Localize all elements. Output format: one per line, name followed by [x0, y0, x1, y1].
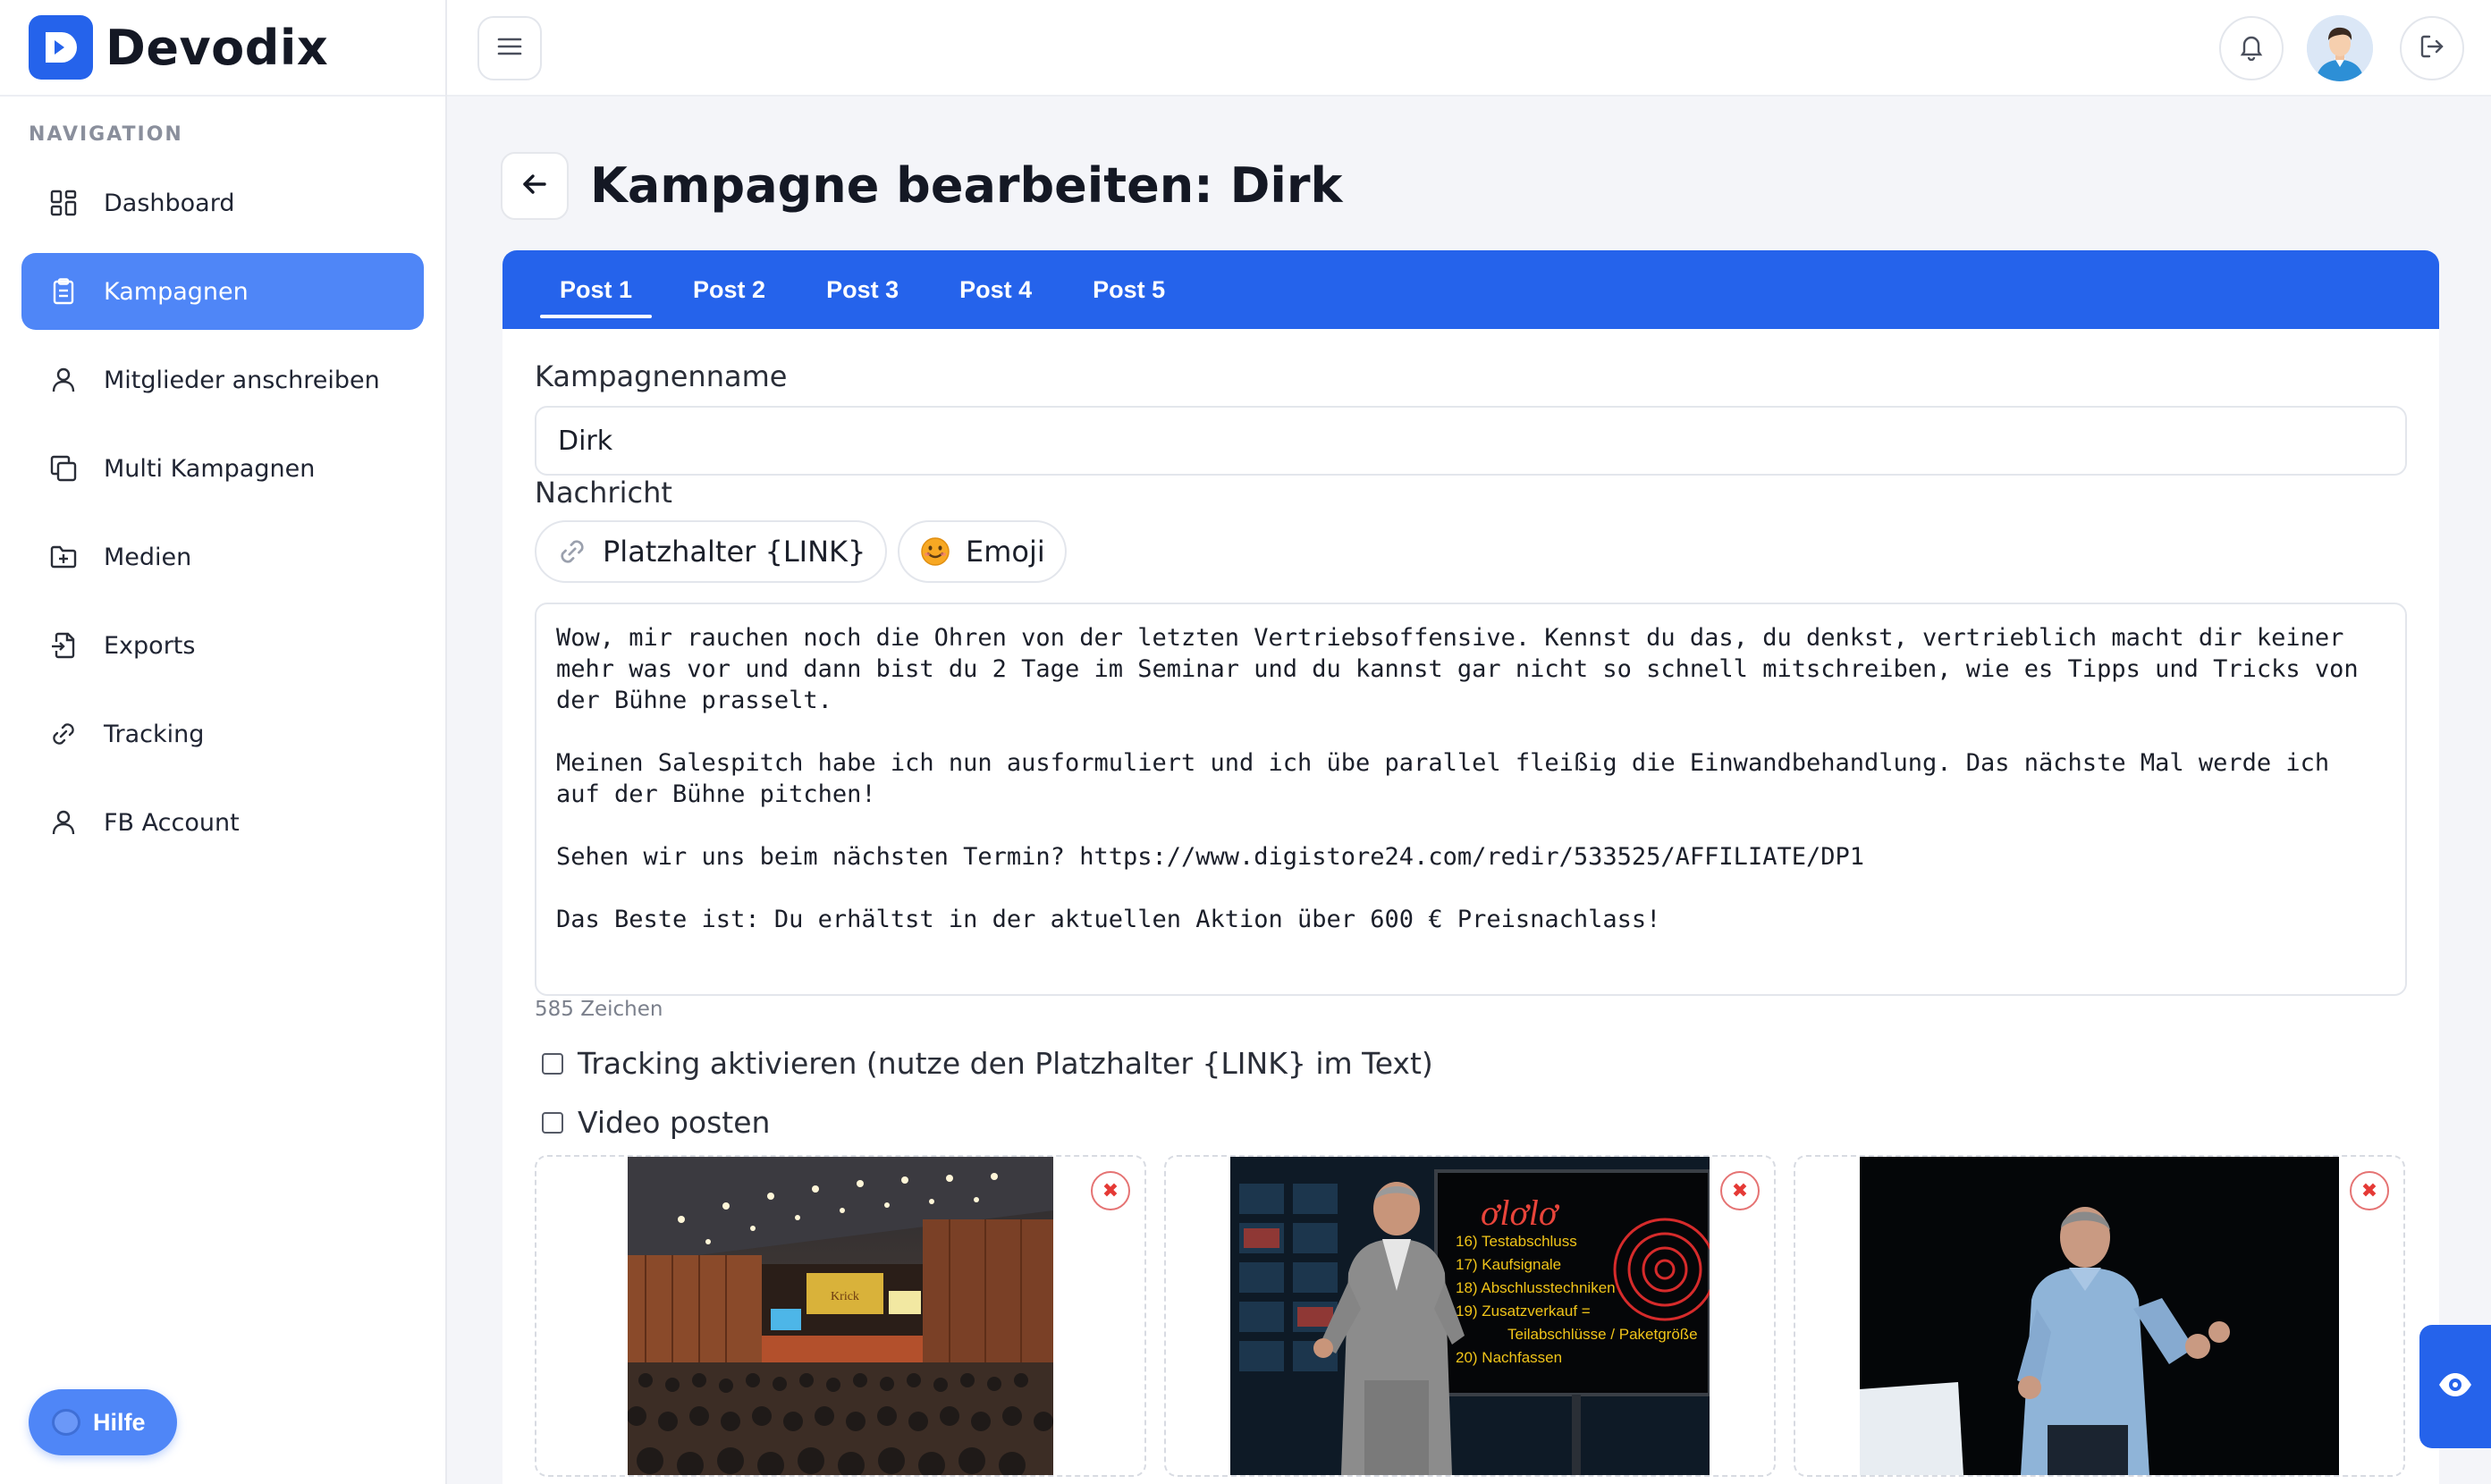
tracking-checkbox[interactable]	[542, 1052, 563, 1075]
remove-media-button[interactable]: ✖	[1720, 1171, 1760, 1210]
message-label: Nachricht	[535, 476, 672, 510]
arrow-left-icon	[519, 169, 550, 204]
slide-line: 17) Kaufsignale	[1456, 1256, 1561, 1273]
slide-line: 16) Testabschluss	[1456, 1233, 1577, 1250]
media-item: ✖	[1794, 1155, 2405, 1477]
sidebar-item-fb-account[interactable]: FB Account	[21, 784, 424, 861]
sidebar-item-medien[interactable]: Medien	[21, 519, 424, 595]
link-icon	[556, 535, 588, 568]
campaign-edit-card: Post 1 Post 2 Post 3 Post 4 Post 5 Kampa…	[502, 250, 2439, 1484]
nav-list: Dashboard Kampagnen Mitglieder anschreib…	[0, 164, 445, 861]
campaign-name-label: Kampagnenname	[535, 359, 788, 393]
eye-icon	[2437, 1371, 2473, 1403]
sidebar-item-multi-kampagnen[interactable]: Multi Kampagnen	[21, 430, 424, 507]
remove-media-button[interactable]: ✖	[2350, 1171, 2389, 1210]
sidebar-item-label: Medien	[104, 543, 192, 571]
tab-post-5[interactable]: Post 5	[1071, 250, 1186, 329]
back-button[interactable]	[501, 152, 569, 220]
brand[interactable]: Devodix	[0, 0, 445, 97]
preview-button[interactable]	[2419, 1325, 2491, 1448]
speaker-stage-image	[1860, 1157, 2339, 1475]
sidebar-item-dashboard[interactable]: Dashboard	[21, 164, 424, 241]
page-title: Kampagne bearbeiten: Dirk	[590, 157, 1343, 214]
video-checkbox[interactable]	[542, 1111, 563, 1134]
tracking-label: Tracking aktivieren (nutze den Platzhalt…	[578, 1046, 1433, 1081]
menu-toggle-button[interactable]	[477, 16, 542, 80]
sidebar-item-label: Exports	[104, 631, 196, 660]
sidebar-item-tracking[interactable]: Tracking	[21, 696, 424, 772]
slide-line: 18) Abschlusstechniken	[1456, 1279, 1616, 1296]
slide-line: Teilabschlüsse / Paketgröße	[1507, 1326, 1698, 1343]
emoji-button[interactable]: Emoji	[898, 520, 1067, 583]
speaker-slide-image: ơlơlơ 16) Testabschluss 17) Kaufsignale …	[1230, 1157, 1710, 1475]
close-icon: ✖	[1731, 1179, 1749, 1202]
logout-button[interactable]	[2400, 16, 2464, 80]
placeholder-link-button[interactable]: Platzhalter {LINK}	[535, 520, 888, 583]
video-label: Video posten	[578, 1105, 771, 1140]
tab-post-1[interactable]: Post 1	[538, 250, 654, 329]
avatar[interactable]	[2307, 15, 2373, 81]
clipboard-icon	[48, 276, 79, 307]
smiley-emoji-icon	[919, 535, 951, 568]
post-tabs: Post 1 Post 2 Post 3 Post 4 Post 5	[502, 250, 2439, 329]
placeholder-link-label: Platzhalter {LINK}	[603, 535, 866, 569]
sidebar-item-label: Tracking	[104, 720, 205, 748]
emoji-label: Emoji	[966, 535, 1045, 569]
grid-icon	[48, 188, 79, 218]
bell-icon	[2237, 32, 2266, 65]
sidebar-item-kampagnen[interactable]: Kampagnen	[21, 253, 424, 330]
tracking-checkbox-row[interactable]: Tracking aktivieren (nutze den Platzhalt…	[542, 1046, 1433, 1081]
file-export-icon	[48, 630, 79, 661]
close-icon: ✖	[2360, 1179, 2378, 1202]
logout-icon	[2418, 32, 2446, 65]
chat-bubble-icon	[52, 1409, 80, 1436]
svg-text:ơlơlơ: ơlơlơ	[1481, 1193, 1560, 1233]
tab-post-2[interactable]: Post 2	[671, 250, 787, 329]
help-label: Hilfe	[93, 1408, 146, 1436]
user-icon	[48, 807, 79, 838]
campaign-name-input[interactable]: Dirk	[535, 406, 2407, 476]
close-icon: ✖	[1102, 1179, 1119, 1202]
sidebar-item-label: Dashboard	[104, 189, 235, 217]
conference-hall-image: Krick	[628, 1157, 1053, 1475]
topbar	[447, 0, 2491, 97]
sidebar-item-label: Multi Kampagnen	[104, 454, 316, 483]
media-item: ơlơlơ 16) Testabschluss 17) Kaufsignale …	[1164, 1155, 1776, 1477]
character-count: 585 Zeichen	[535, 998, 663, 1021]
sidebar-item-label: FB Account	[104, 808, 240, 837]
help-button[interactable]: Hilfe	[29, 1389, 177, 1455]
media-item: Krick ✖	[535, 1155, 1146, 1477]
sidebar-item-label: Mitglieder anschreiben	[104, 366, 380, 394]
folder-plus-icon	[48, 542, 79, 572]
sidebar-item-label: Kampagnen	[104, 277, 249, 306]
sidebar-item-mitglieder[interactable]: Mitglieder anschreiben	[21, 341, 424, 418]
notifications-button[interactable]	[2219, 16, 2284, 80]
sidebar-item-exports[interactable]: Exports	[21, 607, 424, 684]
tab-post-4[interactable]: Post 4	[938, 250, 1053, 329]
copy-icon	[48, 453, 79, 484]
devodix-logo-icon	[29, 15, 93, 80]
slide-line: 20) Nachfassen	[1456, 1349, 1562, 1366]
hamburger-icon	[496, 35, 523, 63]
message-textarea[interactable]: Wow, mir rauchen noch die Ohren von der …	[535, 603, 2407, 996]
svg-text:Krick: Krick	[831, 1290, 859, 1303]
sidebar: Devodix NAVIGATION Dashboard Kampagnen M…	[0, 0, 447, 1484]
link-icon	[48, 719, 79, 749]
brand-name: Devodix	[106, 19, 329, 76]
tab-post-3[interactable]: Post 3	[805, 250, 920, 329]
remove-media-button[interactable]: ✖	[1091, 1171, 1130, 1210]
video-checkbox-row[interactable]: Video posten	[542, 1105, 770, 1140]
nav-heading: NAVIGATION	[29, 123, 183, 146]
user-icon	[48, 365, 79, 395]
slide-line: 19) Zusatzverkauf =	[1456, 1303, 1591, 1320]
